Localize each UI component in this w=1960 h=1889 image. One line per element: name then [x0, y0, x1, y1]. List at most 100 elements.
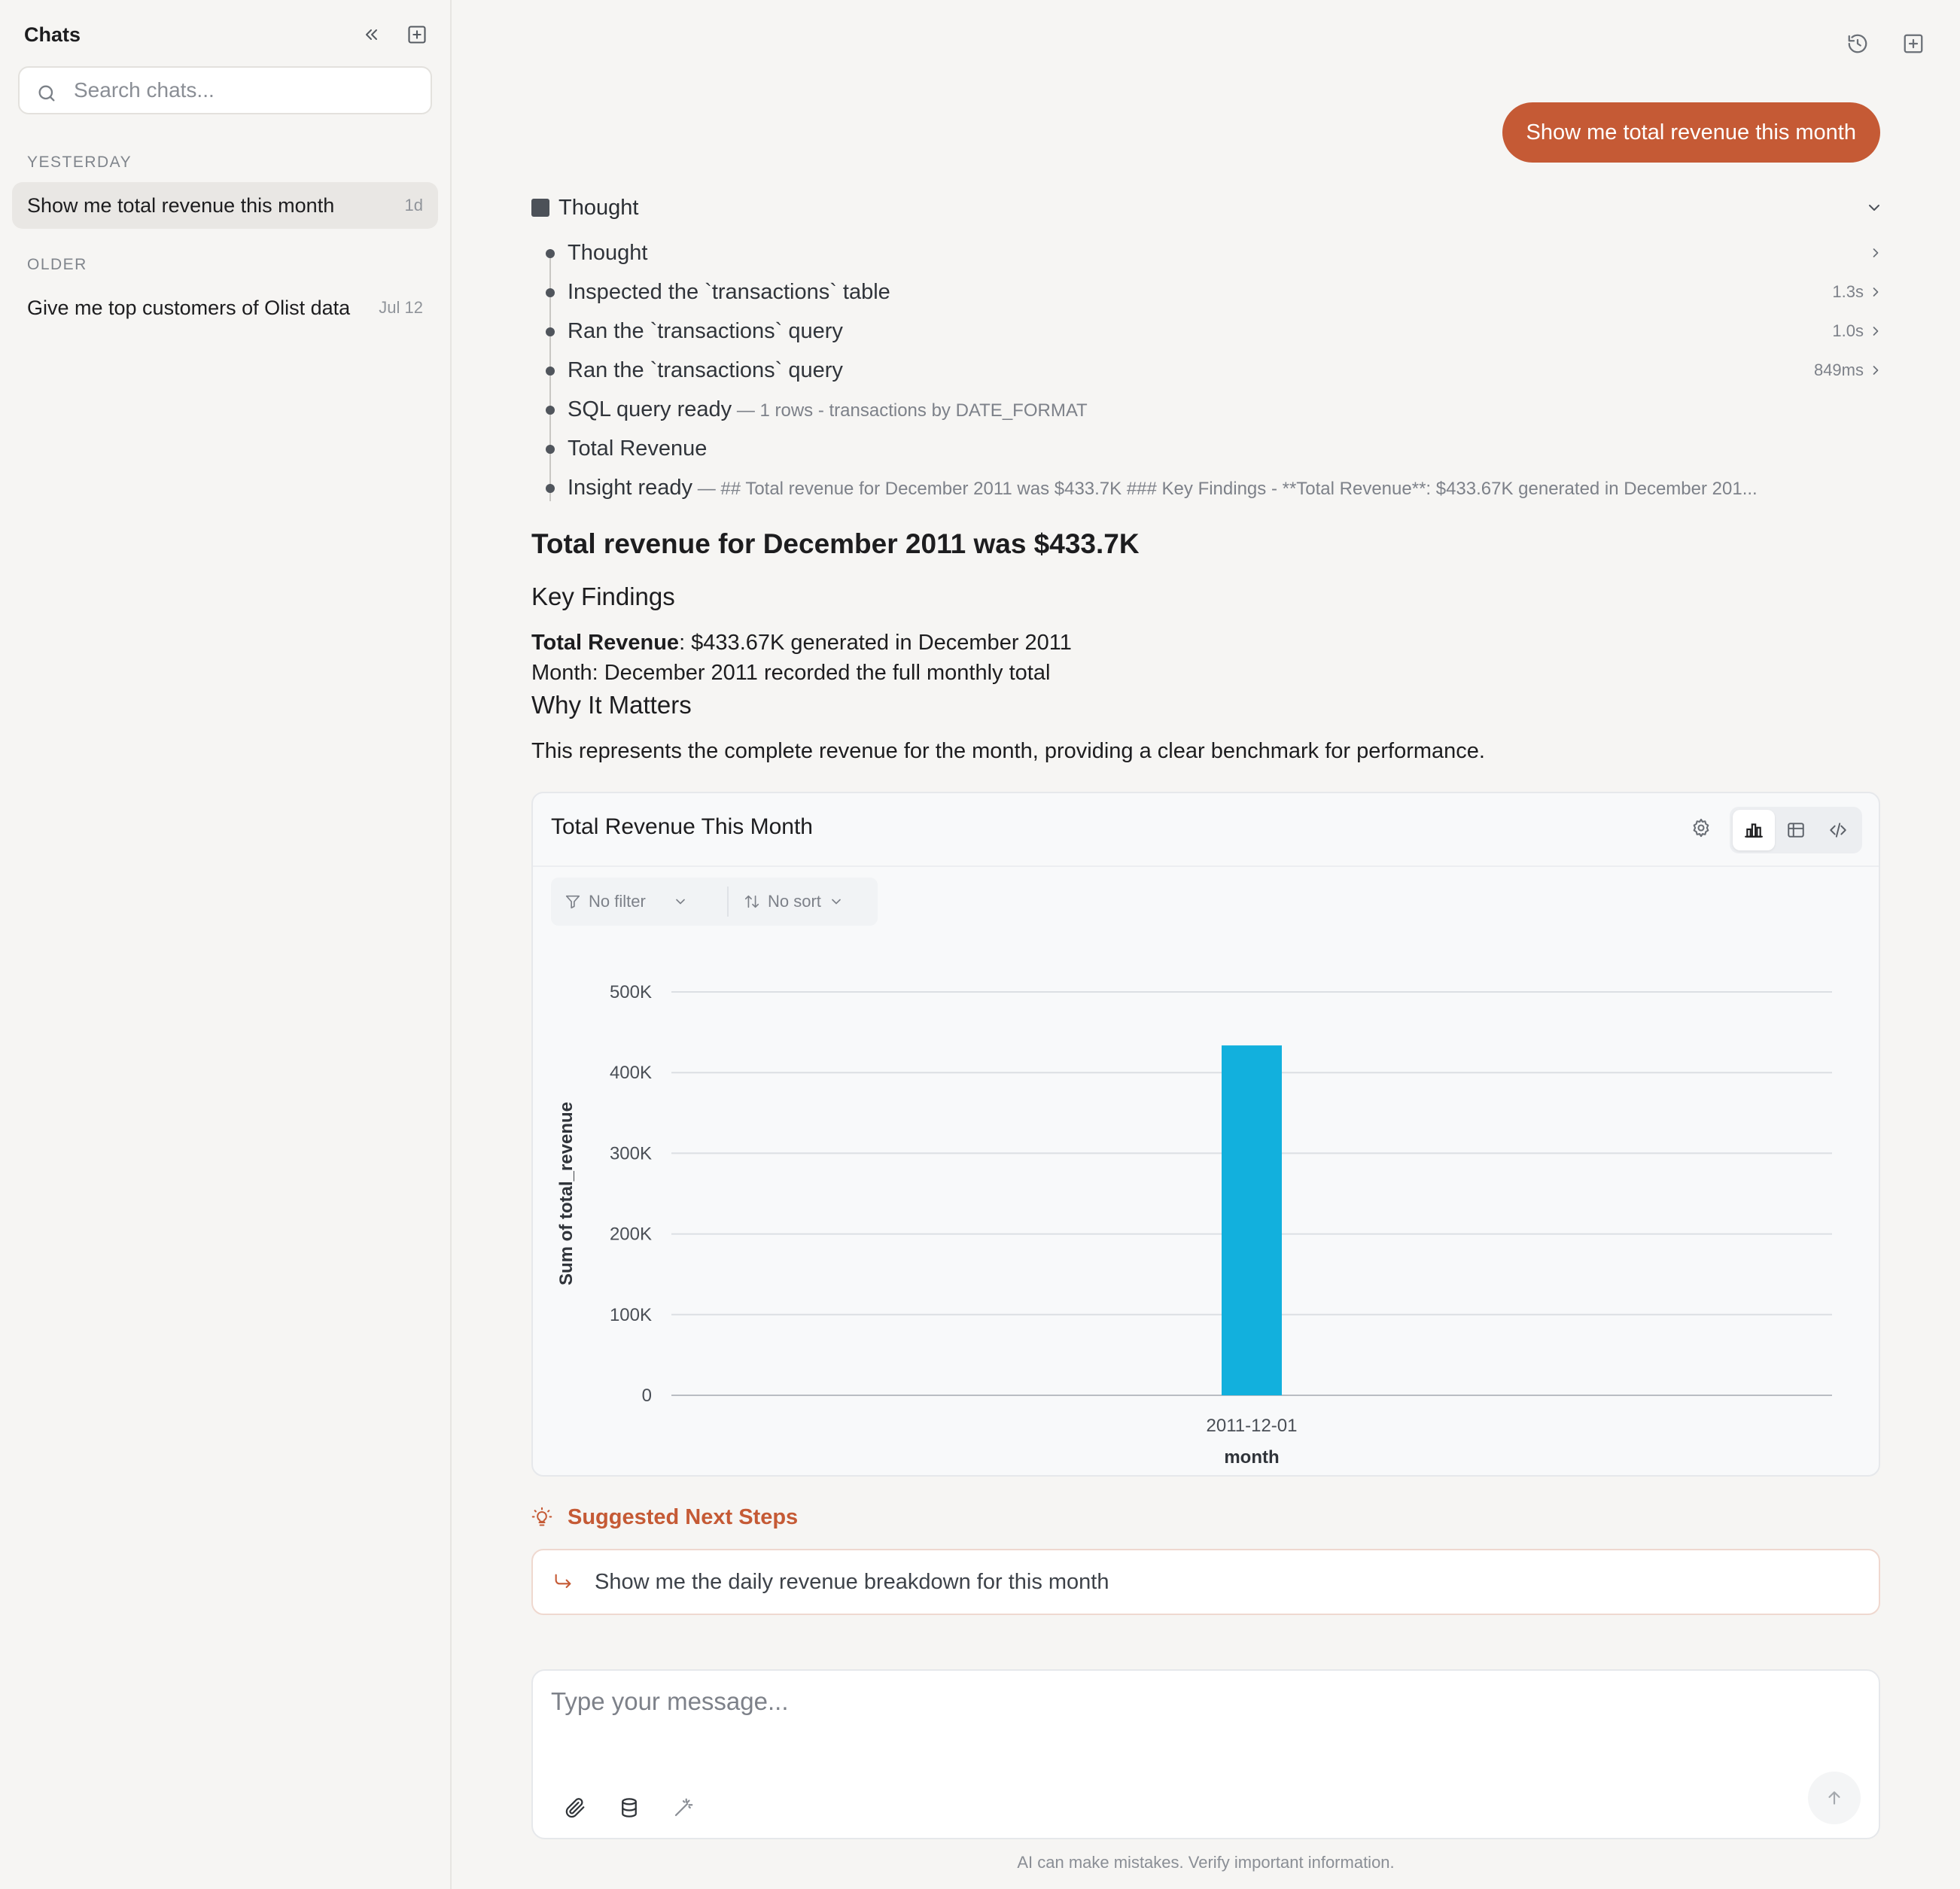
chevron-down-icon	[832, 899, 841, 905]
thought-step[interactable]: Thought	[531, 238, 1883, 268]
step-label: SQL query ready — 1 rows - transactions …	[568, 397, 1088, 421]
divider	[727, 887, 729, 917]
code-view-icon[interactable]	[1817, 810, 1859, 850]
reply-arrow-icon	[552, 1571, 574, 1592]
step-dot	[546, 327, 555, 336]
x-tick-label: 2011-12-01	[1207, 1416, 1298, 1436]
chat-item-time: Jul 12	[379, 298, 423, 317]
why-text: This represents the complete revenue for…	[531, 739, 1485, 763]
step-label: Ran the `transactions` query	[568, 319, 843, 343]
disclaimer: AI can make mistakes. Verify important i…	[1017, 1853, 1395, 1872]
thought-step[interactable]: Inspected the `transactions` table 1.3s	[531, 277, 1883, 307]
chart-card: Total Revenue This Month No filter No so…	[531, 792, 1880, 1477]
section-label-older: OLDER	[27, 256, 87, 273]
step-label: Inspected the `transactions` table	[568, 280, 890, 304]
suggestion-item[interactable]: Show me the daily revenue breakdown for …	[531, 1549, 1880, 1615]
chevron-right-icon	[1868, 245, 1883, 260]
answer-heading: Total revenue for December 2011 was $433…	[531, 528, 1140, 559]
y-tick-label: 0	[642, 1386, 652, 1406]
sort-label: No sort	[768, 892, 821, 911]
database-icon[interactable]	[614, 1793, 644, 1823]
message-composer	[531, 1669, 1880, 1839]
y-tick-label: 500K	[610, 982, 652, 1002]
thought-title: Thought	[558, 196, 639, 220]
chart-card-header: Total Revenue This Month	[533, 793, 1879, 867]
step-label: Insight ready — ## Total revenue for Dec…	[568, 476, 1758, 500]
step-label: Thought	[568, 241, 648, 265]
search-input[interactable]	[74, 68, 420, 113]
chat-item[interactable]: Give me top customers of Olist data Jul …	[12, 284, 438, 331]
bar-chart: 0 100K 200K 300K 400K 500K 2011-12-01 month Sum …	[556, 982, 1832, 1468]
main-panel: Show me total revenue this month Thought…	[452, 0, 1960, 1889]
chat-item-label: Give me top customers of Olist data	[27, 296, 351, 319]
collapse-sidebar-icon[interactable]	[358, 21, 385, 48]
sort-icon	[744, 895, 759, 908]
chevron-right-icon	[1868, 363, 1883, 378]
new-chat-icon[interactable]	[403, 21, 431, 48]
step-detail: — ## Total revenue for December 2011 was…	[692, 479, 1758, 499]
step-dot	[546, 288, 555, 297]
table-view-icon[interactable]	[1775, 810, 1817, 850]
chat-item-label: Show me total revenue this month	[27, 193, 335, 217]
magic-wand-icon[interactable]	[668, 1793, 698, 1823]
filter-sort-bar: No filter No sort	[551, 878, 878, 926]
filter-label: No filter	[589, 892, 646, 911]
filter-dropdown[interactable]: No filter	[565, 878, 688, 926]
paperclip-icon[interactable]	[560, 1793, 590, 1823]
thought-step: Total Revenue	[531, 433, 1883, 464]
step-duration: 1.3s	[1832, 282, 1864, 301]
chevron-right-icon	[1868, 324, 1883, 339]
thought-step[interactable]: Ran the `transactions` query 1.0s	[531, 316, 1883, 346]
y-axis-title: Sum of total_revenue	[556, 1102, 577, 1285]
suggested-title: Suggested Next Steps	[568, 1505, 799, 1529]
thought-toggle[interactable]: Thought	[531, 194, 1883, 221]
step-label: Total Revenue	[568, 437, 708, 461]
finding-1: Total Revenue: $433.67K generated in Dec…	[531, 631, 1072, 655]
search-icon	[36, 83, 57, 104]
thought-step: Insight ready — ## Total revenue for Dec…	[531, 473, 1883, 503]
arrow-up-icon	[1828, 1791, 1840, 1805]
chart-view-icon[interactable]	[1733, 810, 1775, 850]
chevron-down-icon	[675, 899, 685, 905]
user-message-bubble: Show me total revenue this month	[1502, 102, 1880, 163]
x-axis-title: month	[1224, 1447, 1279, 1468]
step-label: Ran the `transactions` query	[568, 358, 843, 382]
step-duration: 1.0s	[1832, 321, 1864, 340]
chevron-right-icon	[1868, 284, 1883, 300]
step-dot	[546, 249, 555, 258]
chat-item[interactable]: Show me total revenue this month 1d	[12, 182, 438, 229]
y-tick-label: 200K	[610, 1224, 652, 1245]
gear-icon[interactable]	[1691, 817, 1712, 838]
search-chats[interactable]	[18, 66, 432, 114]
view-toggle	[1730, 807, 1862, 853]
key-findings-heading: Key Findings	[531, 583, 675, 610]
step-detail: — 1 rows - transactions by DATE_FORMAT	[732, 400, 1088, 421]
sort-dropdown[interactable]: No sort	[744, 878, 844, 926]
message-input[interactable]	[551, 1687, 1831, 1748]
thought-step: SQL query ready — 1 rows - transactions …	[531, 394, 1883, 424]
step-dot	[546, 484, 555, 493]
send-button[interactable]	[1808, 1772, 1861, 1824]
chart-title: Total Revenue This Month	[551, 814, 813, 839]
lightbulb-icon	[531, 1507, 552, 1528]
step-dot	[546, 367, 555, 376]
thought-step[interactable]: Ran the `transactions` query 849ms	[531, 355, 1883, 385]
y-tick-label: 300K	[610, 1143, 652, 1164]
new-chat-icon[interactable]	[1898, 29, 1928, 59]
step-dot	[546, 445, 555, 454]
section-label-yesterday: YESTERDAY	[27, 154, 132, 171]
suggestion-text: Show me the daily revenue breakdown for …	[595, 1570, 1109, 1594]
y-tick-label: 100K	[610, 1305, 652, 1325]
y-tick-label: 400K	[610, 1063, 652, 1083]
sidebar-header: Chats	[24, 20, 432, 50]
step-dot	[546, 406, 555, 415]
chevron-down-icon	[1865, 199, 1883, 217]
step-duration: 849ms	[1813, 360, 1864, 379]
chat-item-time: 1d	[404, 196, 423, 214]
filter-icon	[565, 895, 580, 909]
history-icon[interactable]	[1843, 29, 1873, 59]
why-heading: Why It Matters	[531, 691, 692, 719]
finding-2: Month: December 2011 recorded the full m…	[531, 661, 1051, 685]
thought-icon	[531, 199, 549, 217]
bar	[1222, 1045, 1282, 1395]
